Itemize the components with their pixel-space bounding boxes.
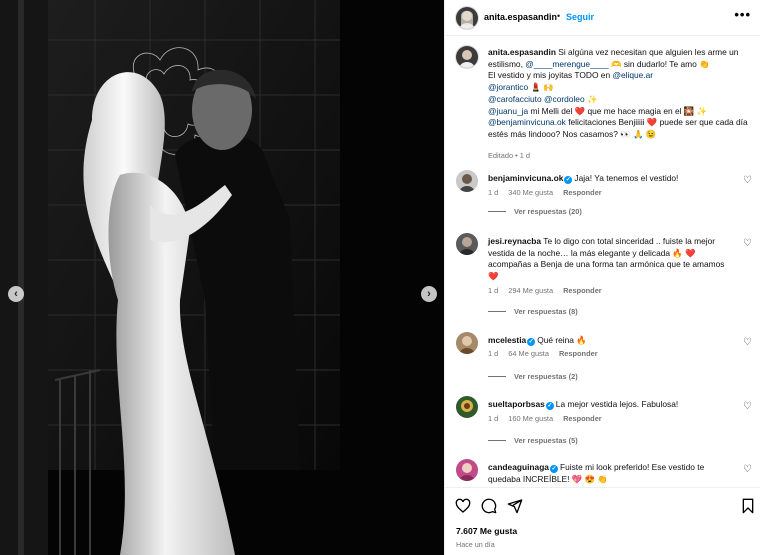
commenter-avatar[interactable] bbox=[456, 332, 478, 354]
verified-icon: ✓ bbox=[527, 338, 536, 346]
photo-image bbox=[0, 0, 444, 555]
comment-username[interactable]: mcelestia bbox=[488, 335, 526, 345]
comment-text: Jaja! Ya tenemos el vestido! bbox=[574, 173, 679, 183]
comment-text: Qué reina 🔥 bbox=[537, 335, 587, 345]
author-username[interactable]: anita.espasandin bbox=[484, 12, 557, 22]
comment-likes[interactable]: 64 Me gusta bbox=[508, 349, 549, 358]
post-header: anita.espasandin • Seguir ••• bbox=[445, 0, 760, 36]
like-comment-icon[interactable]: ♡ bbox=[743, 238, 752, 249]
view-replies-button[interactable]: Ver respuestas (2) bbox=[488, 372, 578, 381]
caption-text: anita.espasandin Si algúna vez necesitan… bbox=[488, 47, 748, 139]
comment-likes[interactable]: 340 Me gusta bbox=[508, 188, 553, 197]
mention-link[interactable]: @elique.ar bbox=[612, 70, 653, 80]
comment-username[interactable]: candeaguinaga bbox=[488, 462, 549, 472]
reply-button[interactable]: Responder bbox=[563, 414, 602, 423]
reply-button[interactable]: Responder bbox=[563, 188, 602, 197]
mention-link[interactable]: @benjaminvicuna.ok bbox=[488, 117, 566, 127]
caption-avatar[interactable] bbox=[456, 46, 478, 68]
reply-button[interactable]: Responder bbox=[559, 349, 598, 358]
follow-button[interactable]: Seguir bbox=[566, 12, 594, 22]
action-bar: 7.607 Me gusta Hace un día bbox=[445, 487, 760, 555]
comment-body: jesi.reynacba Te lo digo con total since… bbox=[488, 236, 736, 283]
verified-icon: ✓ bbox=[564, 176, 573, 184]
comment-meta: 1 d 340 Me gusta Responder bbox=[488, 188, 612, 197]
comment-username[interactable]: sueltaporbsas bbox=[488, 399, 545, 409]
comment-time: 1 d bbox=[488, 286, 499, 295]
heart-icon[interactable] bbox=[455, 498, 471, 519]
view-replies-button[interactable]: Ver respuestas (8) bbox=[488, 307, 578, 316]
mention-link[interactable]: @____merengue____ bbox=[525, 59, 608, 69]
view-replies-button[interactable]: Ver respuestas (20) bbox=[488, 207, 582, 216]
caption-username[interactable]: anita.espasandin bbox=[488, 47, 556, 57]
commenter-avatar[interactable] bbox=[456, 233, 478, 255]
more-options-icon[interactable]: ••• bbox=[734, 7, 751, 22]
commenter-avatar[interactable] bbox=[456, 396, 478, 418]
like-comment-icon[interactable]: ♡ bbox=[743, 337, 752, 348]
previous-photo-button[interactable]: ‹ bbox=[8, 286, 24, 302]
author-avatar[interactable] bbox=[456, 7, 478, 29]
comment-body: candeaguinaga ✓ Fuiste mi look preferido! … bbox=[488, 462, 736, 485]
view-replies-button[interactable]: Ver respuestas (5) bbox=[488, 436, 578, 445]
comment-likes[interactable]: 294 Me gusta bbox=[508, 286, 553, 295]
like-count[interactable]: 7.607 Me gusta bbox=[456, 526, 517, 536]
like-comment-icon[interactable]: ♡ bbox=[743, 464, 752, 475]
comments-scroll[interactable]: anita.espasandin Si algúna vez necesitan… bbox=[445, 37, 760, 487]
separator-dot: • bbox=[557, 11, 561, 21]
commenter-avatar[interactable] bbox=[456, 170, 478, 192]
comment-text: La mejor vestida lejos. Fabulosa! bbox=[555, 399, 679, 409]
comment-body: sueltaporbsas ✓ La mejor vestida lejos. Fa… bbox=[488, 399, 736, 411]
post-photo[interactable]: ‹ › bbox=[0, 0, 444, 555]
comment-username[interactable]: benjaminvicuna.ok bbox=[488, 173, 563, 183]
caption-meta: Editado • 1 d bbox=[488, 151, 531, 160]
comment-meta: 1 d 64 Me gusta Responder bbox=[488, 349, 608, 358]
like-comment-icon[interactable]: ♡ bbox=[743, 401, 752, 412]
save-icon[interactable] bbox=[741, 498, 755, 519]
comment-icon[interactable] bbox=[481, 498, 497, 519]
post-sidebar: anita.espasandin • Seguir ••• anita.espa… bbox=[444, 0, 760, 555]
mention-link[interactable]: @jorantico bbox=[488, 82, 528, 92]
comment-time: 1 d bbox=[488, 349, 499, 358]
next-photo-button[interactable]: › bbox=[421, 286, 437, 302]
mention-link[interactable]: @cordoleo bbox=[544, 94, 585, 104]
comment-username[interactable]: jesi.reynacba bbox=[488, 236, 541, 246]
reply-button[interactable]: Responder bbox=[563, 286, 602, 295]
mention-link[interactable]: @carofacciuto bbox=[488, 94, 542, 104]
comment-time: 1 d bbox=[488, 188, 499, 197]
share-icon[interactable] bbox=[507, 498, 523, 519]
comment-likes[interactable]: 160 Me gusta bbox=[508, 414, 553, 423]
verified-icon: ✓ bbox=[549, 465, 558, 473]
like-comment-icon[interactable]: ♡ bbox=[743, 175, 752, 186]
comment-meta: 1 d 160 Me gusta Responder bbox=[488, 414, 612, 423]
post-timestamp: Hace un día bbox=[456, 540, 495, 549]
comment-time: 1 d bbox=[488, 414, 499, 423]
verified-icon: ✓ bbox=[545, 402, 554, 410]
comment-meta: 1 d 294 Me gusta Responder bbox=[488, 286, 612, 295]
comment-body: benjaminvicuna.ok ✓ Jaja! Ya tenemos el ve… bbox=[488, 173, 736, 185]
mention-link[interactable]: @juanu_ja bbox=[488, 106, 528, 116]
commenter-avatar[interactable] bbox=[456, 459, 478, 481]
comment-body: mcelestia ✓ Qué reina 🔥 bbox=[488, 335, 736, 347]
